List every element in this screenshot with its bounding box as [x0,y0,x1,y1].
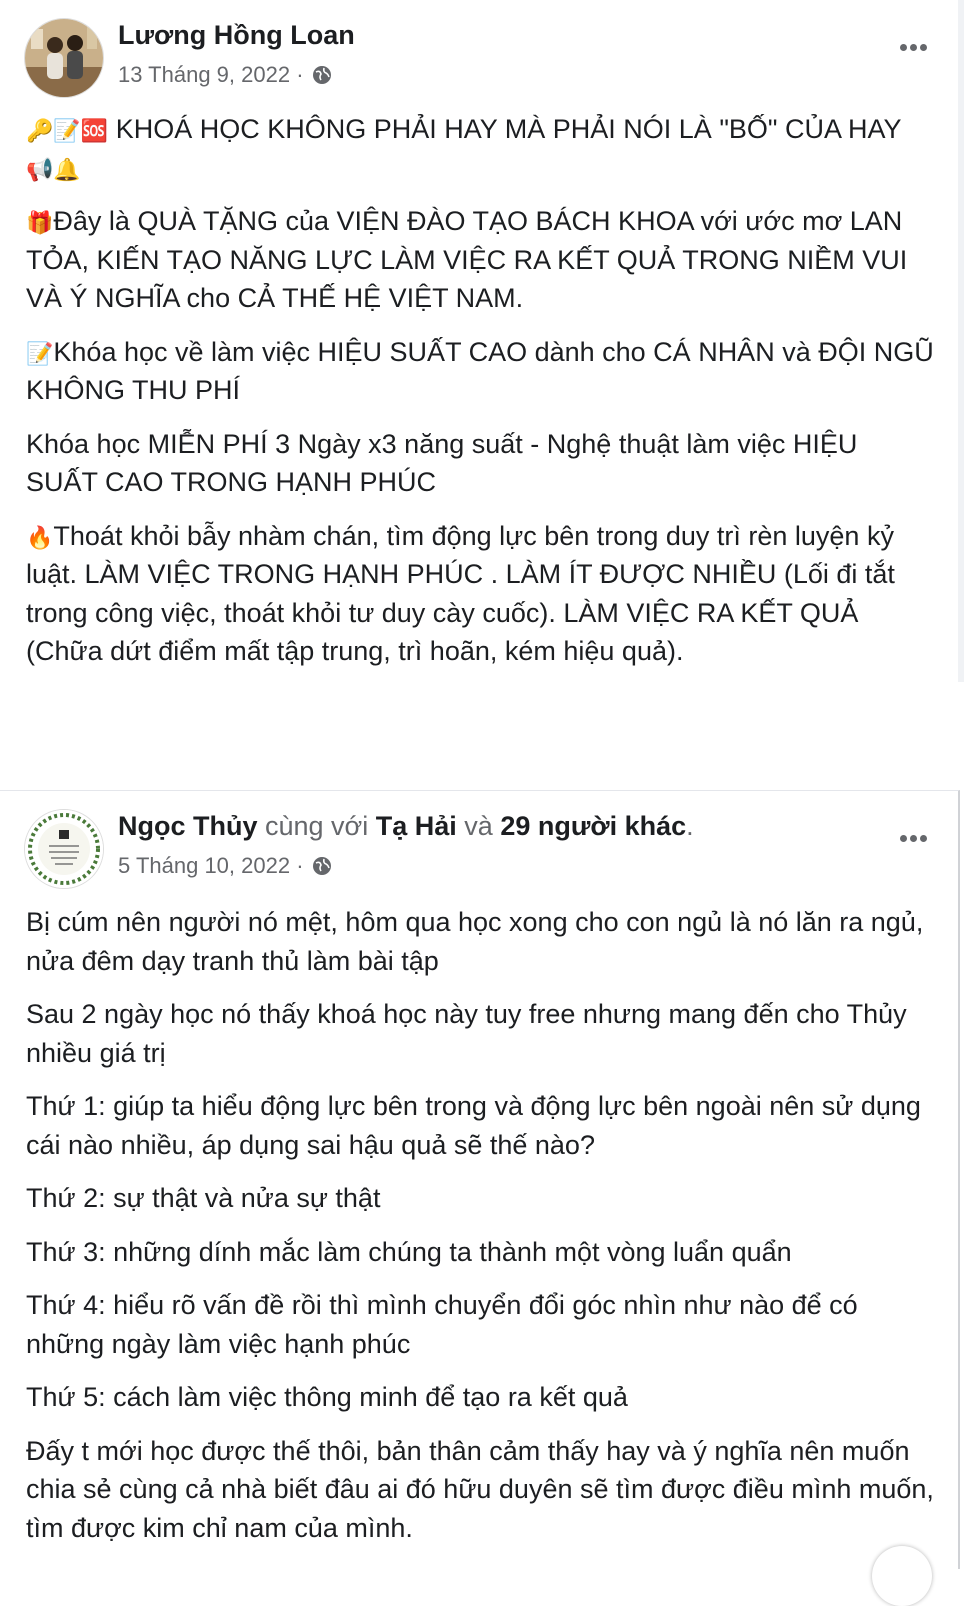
emoji-icon: 📢🔔 [26,156,81,182]
avatar[interactable] [24,809,104,889]
tagged-person[interactable]: Tạ Hải [376,811,457,841]
post-paragraph: 🔥Thoát khỏi bẫy nhàm chán, tìm động lực … [26,520,895,667]
feed-gap [0,682,964,790]
post-meta: 5 Tháng 10, 2022 · [118,853,332,882]
post-meta: 13 Tháng 9, 2022 · [118,62,332,91]
post-paragraph: Đấy t mới học được thế thôi, bản thân cả… [26,1435,934,1543]
post-paragraph: Bị cúm nên người nó mệt, hôm qua học xon… [26,907,924,976]
divider [958,0,964,682]
post-paragraph: Thứ 2: sự thật và nửa sự thật [26,1183,381,1213]
post-paragraph: Thứ 1: giúp ta hiểu động lực bên trong v… [26,1091,921,1160]
more-options-button[interactable] [898,829,938,859]
post-body: 🔑📝🆘 KHOÁ HỌC KHÔNG PHẢI HAY MÀ PHẢI NÓI … [26,110,936,686]
post-paragraph: Thứ 5: cách làm việc thông minh để tạo r… [26,1382,628,1412]
fire-icon: 🔥 [26,524,54,550]
post-paragraph: 🔑📝🆘 KHOÁ HỌC KHÔNG PHẢI HAY MÀ PHẢI NÓI … [26,114,902,182]
more-options-button[interactable] [898,38,938,68]
gift-icon: 🎁 [26,210,54,235]
post-date[interactable]: 13 Tháng 9, 2022 · [118,62,304,87]
author-name[interactable]: Lương Hồng Loan [118,20,355,51]
scroll-button[interactable] [872,1546,932,1606]
author-line: Ngọc Thủy cùng với Tạ Hải và 29 người kh… [118,811,694,841]
memo-icon: 📝 [26,340,54,366]
post-card: Ngọc Thủy cùng với Tạ Hải và 29 người kh… [0,790,960,1569]
post-paragraph: 📝Khóa học về làm việc HIỆU SUẤT CAO dành… [26,336,934,406]
post-date[interactable]: 5 Tháng 10, 2022 · [118,853,304,878]
post-body: Bị cúm nên người nó mệt, hôm qua học xon… [26,903,936,1562]
emoji-icon: 🔑📝🆘 [26,118,109,143]
author-name[interactable]: Ngọc Thủy [118,811,258,841]
post-paragraph: Thứ 3: những dính mắc làm chúng ta thành… [26,1236,792,1267]
avatar[interactable] [24,18,104,98]
globe-icon [312,65,332,91]
post-paragraph: Khóa học MIỄN PHÍ 3 Ngày x3 năng suất - … [26,428,858,498]
post-paragraph: 🎁Đây là QUÀ TẶNG của VIỆN ĐÀO TẠO BÁCH K… [26,206,908,313]
post-card: Lương Hồng Loan 13 Tháng 9, 2022 · 🔑📝🆘 K… [0,0,958,682]
post-header: Ngọc Thủy cùng với Tạ Hải và 29 người kh… [24,809,934,889]
post-header: Lương Hồng Loan 13 Tháng 9, 2022 · [24,18,934,98]
others-link[interactable]: 29 người khác [500,811,686,841]
globe-icon [312,856,332,882]
post-paragraph: Sau 2 ngày học nó thấy khoá học này tuy … [26,999,907,1068]
post-paragraph: Thứ 4: hiểu rõ vấn đề rồi thì mình chuyể… [26,1290,858,1359]
